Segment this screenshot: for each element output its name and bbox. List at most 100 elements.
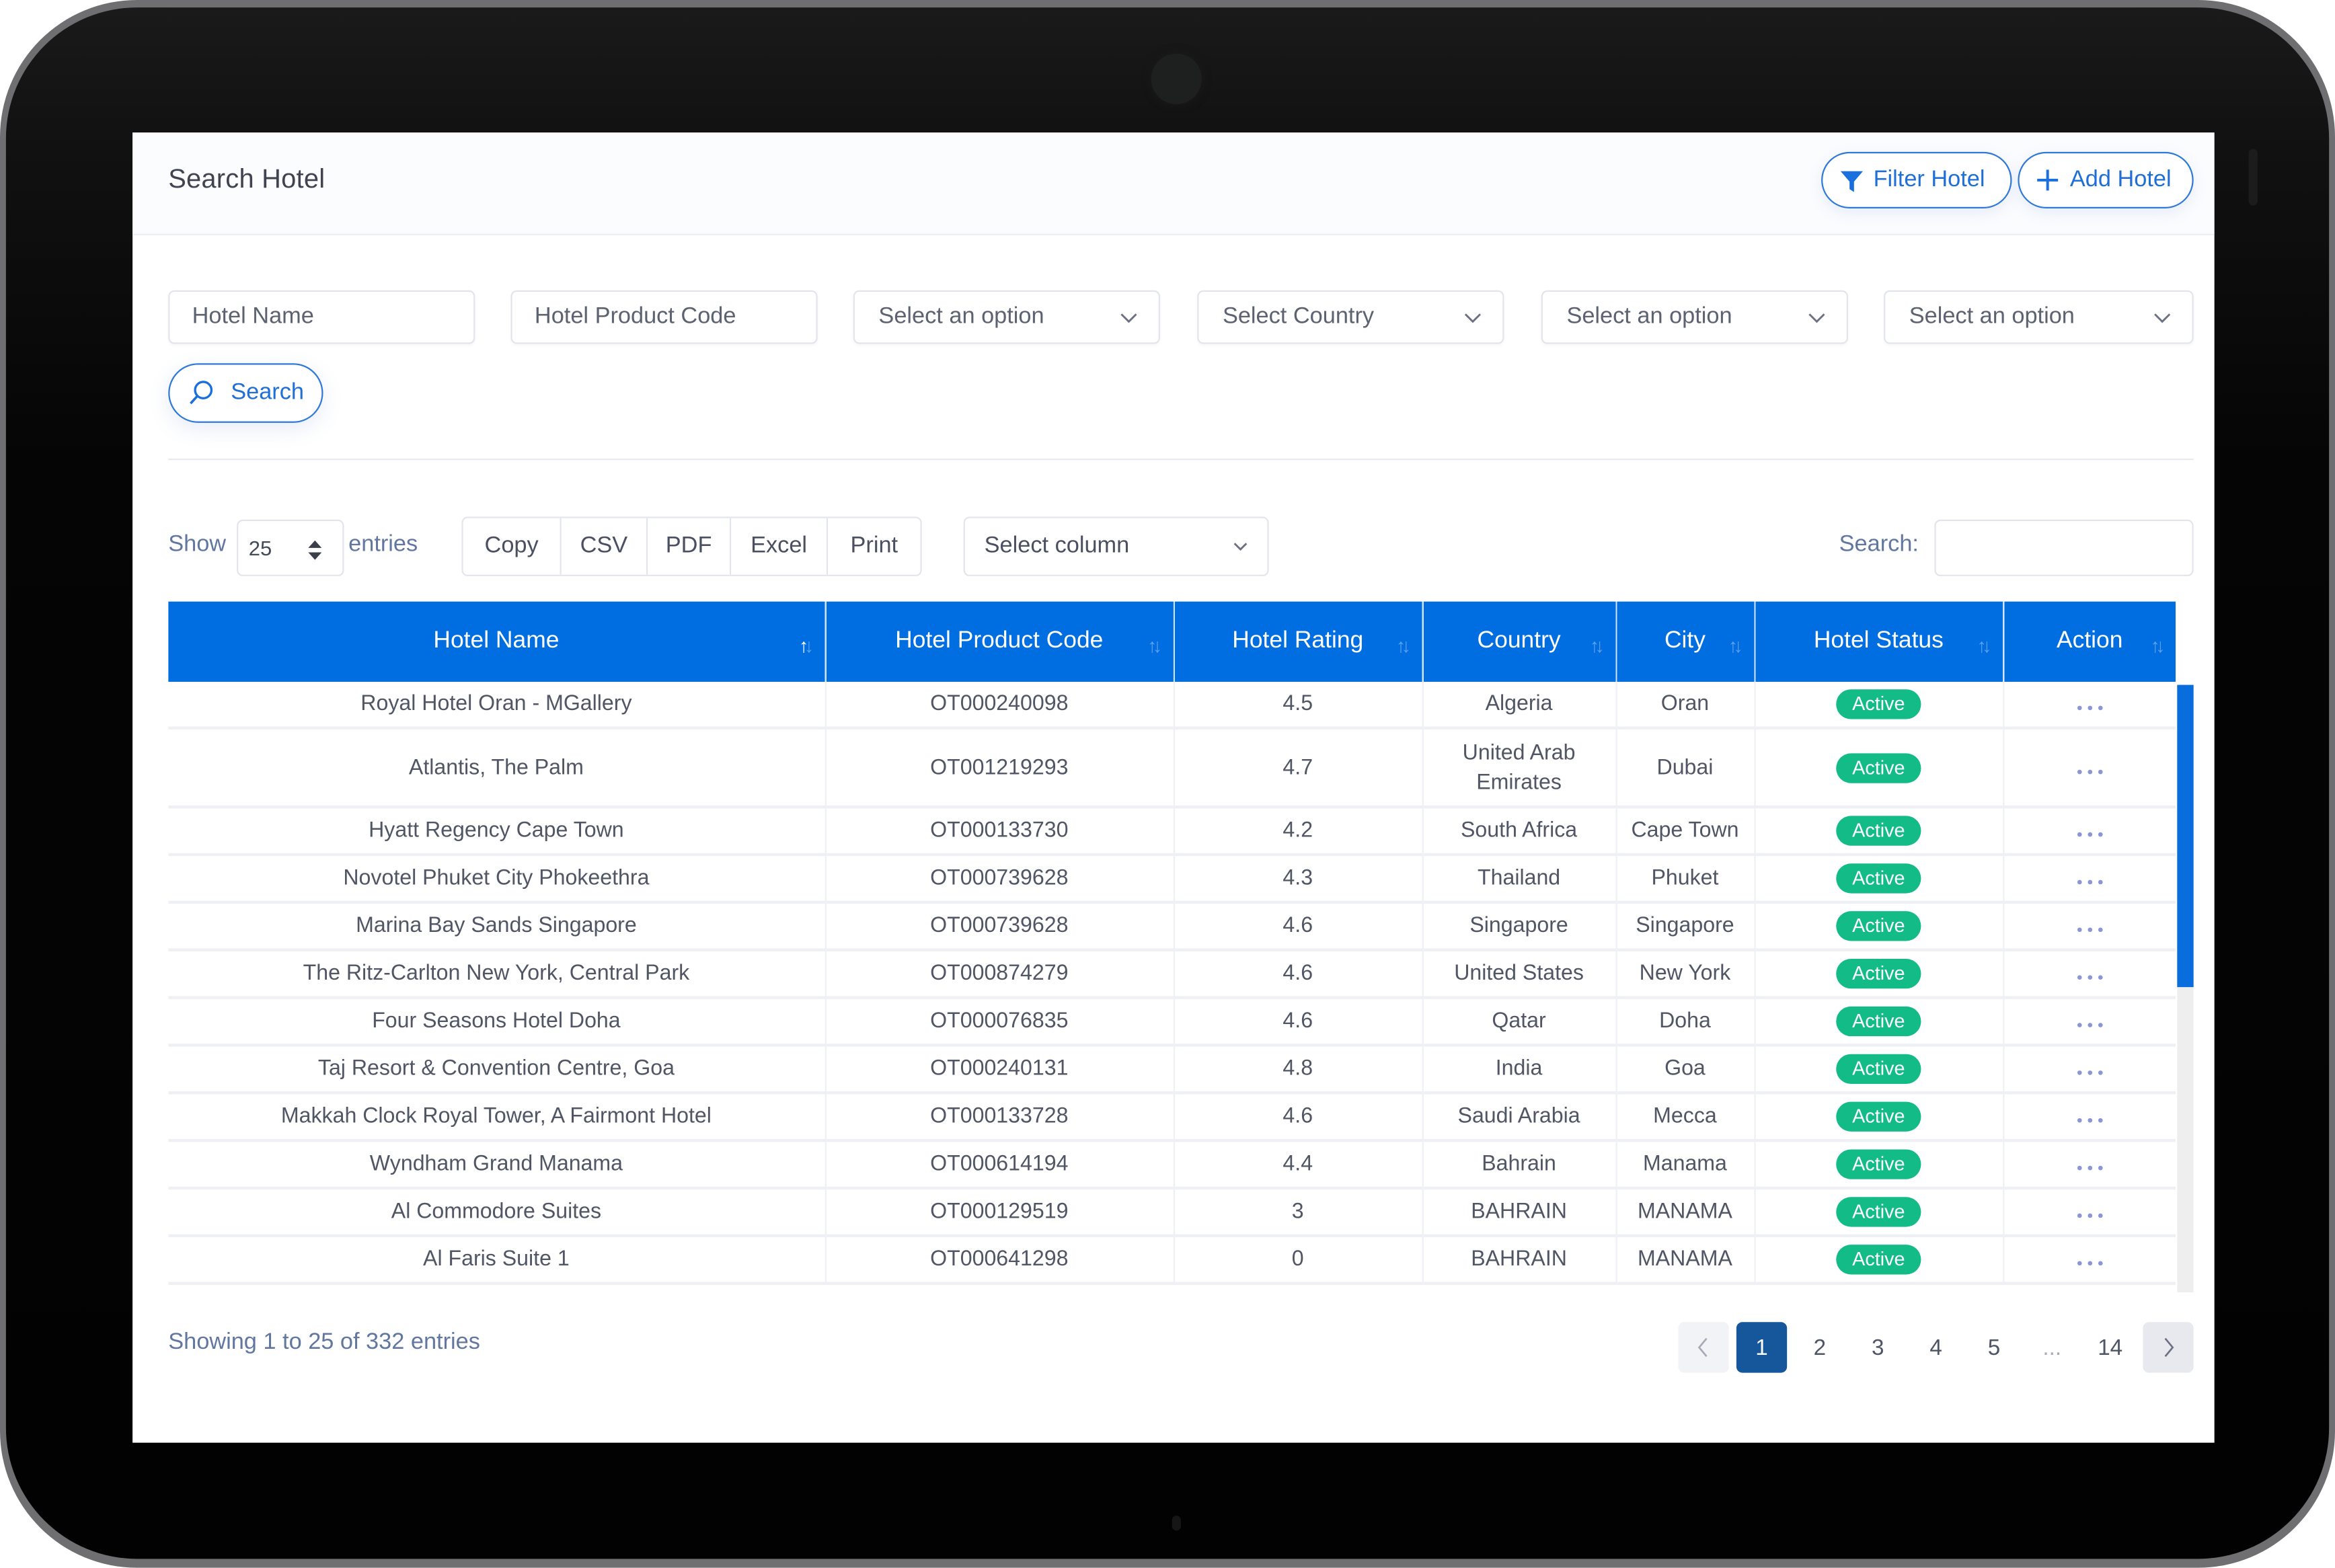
more-actions-icon[interactable] — [2077, 1023, 2103, 1027]
status-cell: Active — [1754, 855, 2004, 904]
action-cell — [2003, 1093, 2176, 1142]
page-button[interactable]: 1 — [1736, 1322, 1788, 1373]
status-badge: Active — [1835, 1054, 1921, 1085]
more-actions-icon[interactable] — [2077, 879, 2103, 885]
column-header-city[interactable]: City ↑↓ — [1615, 601, 1755, 682]
hotel-table: Hotel Name ↑↓ Hotel Product Code ↑↓ Hotel … — [168, 601, 2176, 1285]
status-badge: Active — [1835, 959, 1921, 989]
column-header-rating[interactable]: Hotel Rating ↑↓ — [1173, 601, 1423, 682]
print-button[interactable]: Print — [828, 518, 921, 575]
entries-label: entries — [348, 531, 418, 557]
action-cell — [2003, 728, 2176, 809]
page-button[interactable]: 14 — [2085, 1322, 2135, 1372]
option-select-3-value: Select an option — [1566, 303, 1732, 329]
hotel-name-input[interactable]: Hotel Name — [168, 290, 475, 344]
chevron-down-icon — [2154, 313, 2171, 323]
more-actions-icon[interactable] — [2077, 1213, 2103, 1218]
page-button[interactable]: 2 — [1794, 1322, 1845, 1372]
table-row[interactable]: Al Faris Suite 1 OT000641298 0 BAHRAIN MANAM… — [168, 1235, 2176, 1285]
more-actions-icon[interactable] — [2077, 1118, 2103, 1123]
column-header-action[interactable]: Action ↑↓ — [2003, 601, 2176, 682]
table-row[interactable]: Taj Resort & Convention Centre, Goa OT000… — [168, 1045, 2176, 1095]
table-row[interactable]: The Ritz-Carlton New York, Central Park O… — [168, 949, 2176, 999]
option-select-4-value: Select an option — [1909, 303, 2075, 329]
device-stage: Search Hotel Filter Hotel Add Hotel Hote… — [0, 0, 2335, 1568]
status-cell: Active — [1754, 949, 2004, 999]
more-actions-icon[interactable] — [2077, 769, 2103, 774]
chevron-down-icon — [1808, 313, 1825, 323]
page-button[interactable]: 4 — [1911, 1322, 1961, 1372]
hotel-name-cell: Al Commodore Suites — [168, 1188, 826, 1238]
table-row[interactable]: Wyndham Grand Manama OT000614194 4.4 Bahrai… — [168, 1140, 2176, 1190]
rating-cell: 4.5 — [1173, 682, 1423, 730]
add-hotel-button[interactable]: Add Hotel — [2018, 151, 2194, 209]
status-cell: Active — [1754, 1235, 2004, 1285]
excel-button[interactable]: Excel — [731, 518, 829, 575]
rating-cell: 0 — [1173, 1235, 1423, 1285]
page-header: Search Hotel Filter Hotel Add Hotel — [132, 132, 2215, 235]
country-cell: Qatar — [1422, 997, 1617, 1047]
hotel-name-placeholder: Hotel Name — [192, 303, 314, 329]
more-actions-icon[interactable] — [2077, 1165, 2103, 1171]
section-divider — [168, 459, 2194, 461]
filter-hotel-button[interactable]: Filter Hotel — [1821, 151, 2012, 209]
sort-icon: ↑↓ — [1977, 634, 1991, 657]
more-actions-icon[interactable] — [2077, 927, 2103, 933]
status-cell: Active — [1754, 902, 2004, 951]
column-header-country[interactable]: Country ↑↓ — [1422, 601, 1617, 682]
copy-button[interactable]: Copy — [463, 518, 562, 575]
table-row[interactable]: Hyatt Regency Cape Town OT000133730 4.2 Sou… — [168, 807, 2176, 857]
option-select-1[interactable]: Select an option — [853, 290, 1160, 344]
more-actions-icon[interactable] — [2077, 1070, 2103, 1075]
page-button[interactable]: 3 — [1853, 1322, 1903, 1372]
product-code-cell: OT000240131 — [825, 1045, 1174, 1095]
plus-icon — [2034, 167, 2061, 194]
table-row[interactable]: Four Seasons Hotel Doha OT000076835 4.6 Qat… — [168, 997, 2176, 1047]
sort-icon: ↑↓ — [1147, 634, 1161, 657]
column-select[interactable]: Select column — [963, 516, 1269, 576]
city-cell: Goa — [1615, 1045, 1755, 1095]
action-cell — [2003, 682, 2176, 730]
sort-icon: ↑↓ — [2150, 634, 2164, 657]
pdf-button[interactable]: PDF — [648, 518, 732, 575]
status-cell: Active — [1754, 807, 2004, 857]
action-cell — [2003, 807, 2176, 857]
table-search-input[interactable] — [1934, 519, 2194, 576]
column-header-product-code[interactable]: Hotel Product Code ↑↓ — [825, 601, 1174, 682]
column-header-hotel-name[interactable]: Hotel Name ↑↓ — [168, 601, 826, 682]
search-button[interactable]: Search — [168, 363, 323, 423]
table-row[interactable]: Marina Bay Sands Singapore OT000739628 4.6… — [168, 902, 2176, 951]
hotel-product-code-input[interactable]: Hotel Product Code — [510, 290, 818, 344]
rating-cell: 4.2 — [1173, 807, 1423, 857]
chevron-down-icon — [1233, 543, 1248, 551]
rating-cell: 4.3 — [1173, 855, 1423, 904]
table-row[interactable]: Atlantis, The Palm OT001219293 4.7 United A… — [168, 728, 2176, 809]
option-select-3[interactable]: Select an option — [1541, 290, 1848, 344]
page-button[interactable]: 5 — [1968, 1322, 2019, 1372]
screen: Search Hotel Filter Hotel Add Hotel Hote… — [132, 132, 2215, 1443]
more-actions-icon[interactable] — [2077, 832, 2103, 837]
table-scrollbar-thumb[interactable] — [2177, 684, 2194, 988]
city-cell: Doha — [1615, 997, 1755, 1047]
table-row[interactable]: Novotel Phuket City Phokeethra OT00073962… — [168, 855, 2176, 904]
product-code-cell: OT000739628 — [825, 855, 1174, 904]
option-select-4[interactable]: Select an option — [1884, 290, 2194, 344]
country-select[interactable]: Select Country — [1197, 290, 1504, 344]
sensor-icon — [2248, 149, 2258, 206]
table-row[interactable]: Makkah Clock Royal Tower, A Fairmont Hot… — [168, 1093, 2176, 1142]
table-row[interactable]: Royal Hotel Oran - MGallery OT000240098 4.… — [168, 682, 2176, 730]
more-actions-icon[interactable] — [2077, 705, 2103, 711]
more-actions-icon[interactable] — [2077, 975, 2103, 980]
column-header-status[interactable]: Hotel Status ↑↓ — [1754, 601, 2004, 682]
country-cell: Thailand — [1422, 855, 1617, 904]
next-page-button[interactable] — [2143, 1322, 2194, 1373]
country-cell: Saudi Arabia — [1422, 1093, 1617, 1142]
table-row[interactable]: Al Commodore Suites OT000129519 3 BAHRAIN MA… — [168, 1188, 2176, 1238]
previous-page-button[interactable] — [1678, 1322, 1729, 1373]
entries-per-page-select[interactable]: 25 — [237, 519, 344, 576]
export-button-group: Copy CSV PDF Excel Print — [461, 516, 922, 576]
country-cell: BAHRAIN — [1422, 1235, 1617, 1285]
more-actions-icon[interactable] — [2077, 1261, 2103, 1266]
csv-button[interactable]: CSV — [561, 518, 648, 575]
country-cell: Singapore — [1422, 902, 1617, 951]
